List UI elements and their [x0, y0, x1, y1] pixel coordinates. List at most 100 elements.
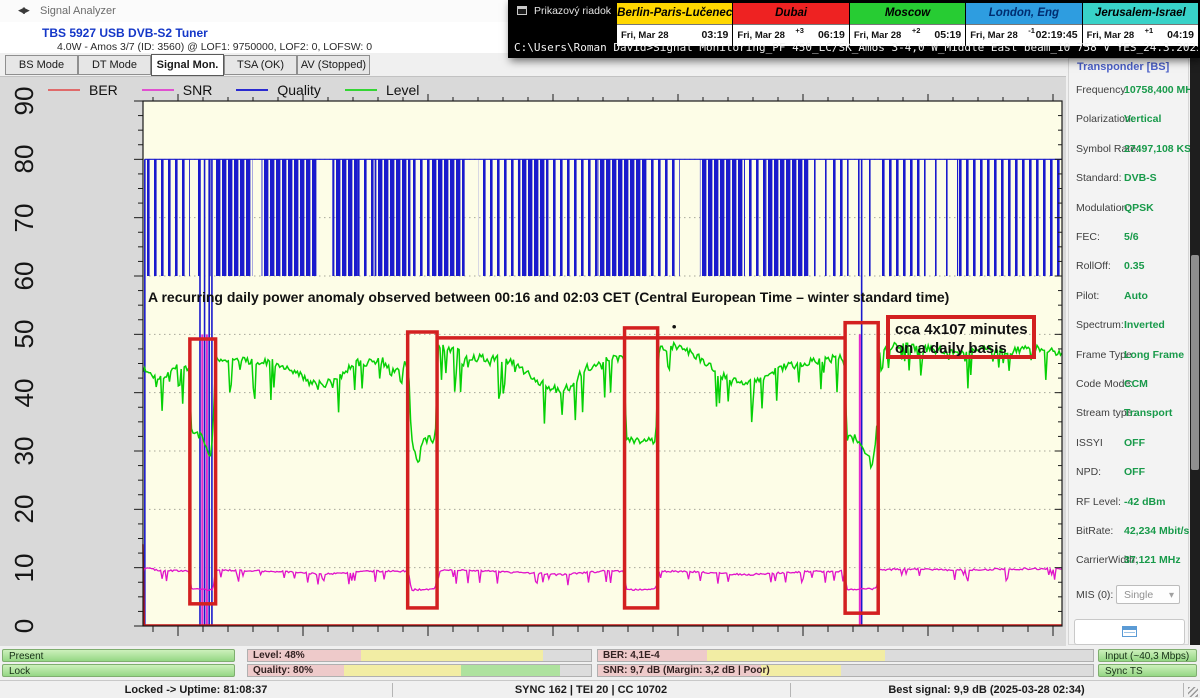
- mis-dropdown[interactable]: Single ▾: [1116, 585, 1180, 604]
- tab-av[interactable]: AV (Stopped): [297, 55, 370, 75]
- transponder-row: Pilot:Auto: [1069, 290, 1190, 304]
- transponder-row: Symbol Rate:27497,108 KS/s: [1069, 143, 1190, 157]
- status-lock-uptime: Locked -> Uptime: 81:08:37: [0, 681, 392, 698]
- level-meter-label: Level: 48%: [253, 650, 305, 662]
- input-rate-badge: Input (~40,3 Mbps): [1098, 649, 1197, 662]
- ts-panel-button[interactable]: [1074, 619, 1185, 645]
- ber-meter-track: [598, 650, 1093, 661]
- scrollbar-thumb[interactable]: [1191, 255, 1199, 470]
- transponder-row: RollOff: 0.35: [1069, 260, 1190, 274]
- console-command-line[interactable]: C:\Users\Roman Dávid>Signal Monitoring_P…: [514, 41, 1198, 54]
- transponder-row: Polarization:Vertical: [1069, 113, 1190, 127]
- transponder-row-label: BitRate:: [1076, 525, 1113, 537]
- transponder-row-label: ISSYI: [1076, 437, 1103, 449]
- clock-utc-offset: +2: [912, 26, 921, 35]
- tuner-name: TBS 5927 USB DVB-S2 Tuner: [42, 26, 208, 40]
- clock-time: 06:19: [818, 29, 845, 41]
- transponder-sidebar: Transponder [BS] Frequency:10758,400 MHz…: [1068, 58, 1189, 645]
- clock-time: 05:19: [934, 29, 961, 41]
- mis-value: Single: [1124, 589, 1153, 601]
- transponder-row-value: Long Frame: [1124, 349, 1184, 361]
- transponder-row-value: DVB-S: [1124, 172, 1157, 184]
- y-axis-tick-label: 80: [10, 137, 38, 181]
- clock-time: 02:19:45: [1036, 29, 1078, 41]
- transponder-row: Spectrum:Inverted: [1069, 319, 1190, 333]
- clock-date: Fri, Mar 28: [737, 30, 785, 41]
- window-title: Signal Analyzer: [40, 5, 116, 17]
- snr-meter: SNR: 9,7 dB (Margin: 3,2 dB | Poor): [597, 664, 1094, 677]
- clock-city: Berlin-Paris-Lučenec: [617, 3, 732, 24]
- signal-trend-chart: [0, 77, 1066, 646]
- clock-city: Moscow: [850, 3, 965, 24]
- clock-time: 03:19: [702, 29, 729, 41]
- status-best-signal: Best signal: 9,9 dB (2025-03-28 02:34): [790, 681, 1183, 698]
- meter-segment: [344, 665, 461, 676]
- transponder-row-value: 10758,400 MHz: [1124, 84, 1198, 96]
- transponder-row: Frequency:10758,400 MHz: [1069, 84, 1190, 98]
- signal-chart-panel: BER SNR Quality Level A recurring daily …: [0, 76, 1066, 646]
- command-prompt-window[interactable]: Prikazový riadok Berlin-Paris-LučenecFri…: [508, 0, 1200, 58]
- transponder-row: NPD:OFF: [1069, 466, 1190, 480]
- status-sync-counters: SYNC 162 | TEI 20 | CC 10702: [392, 681, 790, 698]
- transponder-row-value: OFF: [1124, 466, 1145, 478]
- transponder-row-label: RollOff:: [1076, 260, 1111, 272]
- y-axis-tick-label: 50: [10, 312, 38, 356]
- y-axis-tick-label: 30: [10, 429, 38, 473]
- transponder-row-value: 27497,108 KS/s: [1124, 143, 1200, 155]
- transponder-row: FEC:5/6: [1069, 231, 1190, 245]
- transponder-row-value: OFF: [1124, 437, 1145, 449]
- tab-tsa[interactable]: TSA (OK): [224, 55, 297, 75]
- note-line-2: on a daily basis: [895, 339, 1027, 358]
- quality-meter-label: Quality: 80%: [253, 665, 313, 677]
- ber-meter: BER: 4,1E-4: [597, 649, 1094, 662]
- chevron-down-icon: ▾: [1169, 586, 1174, 605]
- transponder-row-value: 0.35: [1124, 260, 1144, 272]
- world-clock: London, EngFri, Mar 28-102:19:45: [965, 3, 1081, 46]
- tab-bs-mode[interactable]: BS Mode: [5, 55, 78, 75]
- status-bar: Locked -> Uptime: 81:08:37 SYNC 162 | TE…: [0, 680, 1200, 698]
- clock-utc-offset: -1: [1028, 26, 1035, 35]
- transponder-row-value: -42 dBm: [1124, 496, 1165, 508]
- transponder-row-value: QPSK: [1124, 202, 1154, 214]
- transponder-row: ISSYI OFF: [1069, 437, 1190, 451]
- tab-signal-mon[interactable]: Signal Mon.: [151, 54, 224, 76]
- world-clock: Jerusalem-IsraelFri, Mar 28+104:19: [1082, 3, 1198, 46]
- quality-meter: Quality: 80%: [247, 664, 592, 677]
- transponder-header: Transponder [BS]: [1077, 61, 1169, 73]
- app-icon: ◀▶: [18, 5, 28, 16]
- transponder-row: BitRate:42,234 Mbit/s: [1069, 525, 1190, 539]
- tuner-detail: 4.0W - Amos 3/7 (ID: 3560) @ LOF1: 97500…: [57, 41, 372, 53]
- y-axis-tick-label: 70: [10, 196, 38, 240]
- y-axis-tick-label: 60: [10, 254, 38, 298]
- clock-date: Fri, Mar 28: [621, 30, 669, 41]
- signal-analyzer-window: ◀▶ Signal Analyzer TBS 5927 USB DVB-S2 T…: [0, 0, 1200, 698]
- transponder-row: CarrierWidth:37,121 MHz: [1069, 554, 1190, 568]
- status-divider: [1183, 683, 1184, 697]
- transponder-row: RF Level:-42 dBm: [1069, 496, 1190, 510]
- clock-utc-offset: +3: [795, 26, 804, 35]
- meter-segment: [761, 665, 840, 676]
- lock-badge: Lock: [2, 664, 235, 677]
- transponder-row: Modulation:QPSK: [1069, 202, 1190, 216]
- console-icon: [517, 6, 527, 15]
- transponder-row-label: RF Level:: [1076, 496, 1121, 508]
- mis-row: MIS (0): Single ▾: [1069, 585, 1190, 605]
- transponder-row-label: Modulation:: [1076, 202, 1130, 214]
- meter-segment: [707, 650, 885, 661]
- transponder-row-value: 5/6: [1124, 231, 1139, 243]
- clock-city: Dubai: [733, 3, 848, 24]
- y-axis-tick-label: 90: [10, 79, 38, 123]
- meter-segment: [461, 665, 560, 676]
- resize-grip[interactable]: [1188, 687, 1198, 697]
- ber-meter-label: BER: 4,1E-4: [603, 650, 660, 662]
- level-meter: Level: 48%: [247, 649, 592, 662]
- clock-date: Fri, Mar 28: [1087, 30, 1135, 41]
- transponder-row: Standard:DVB-S: [1069, 172, 1190, 186]
- y-axis-tick-label: 10: [10, 546, 38, 590]
- transponder-row-value: Vertical: [1124, 113, 1161, 125]
- tab-dt-mode[interactable]: DT Mode: [78, 55, 151, 75]
- clock-city: Jerusalem-Israel: [1083, 3, 1198, 24]
- sidebar-scrollbar[interactable]: [1190, 58, 1200, 645]
- transponder-row-value: Inverted: [1124, 319, 1165, 331]
- transponder-row: Code Mode:CCM: [1069, 378, 1190, 392]
